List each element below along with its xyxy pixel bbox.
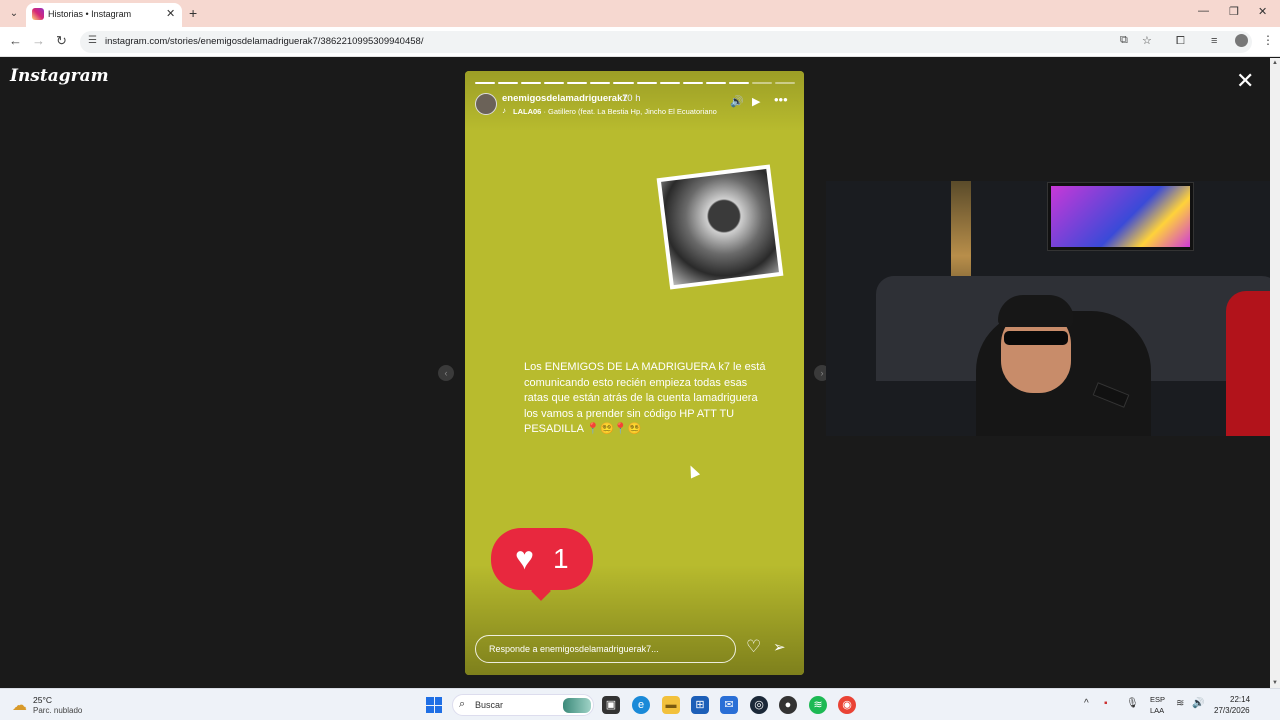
like-count: 1 [553,543,569,574]
chrome-icon[interactable]: ◉ [838,696,856,714]
task-view-icon[interactable]: ▣ [602,696,620,714]
window-close-icon[interactable]: ✕ [1258,5,1267,18]
search-highlight-image [563,698,591,713]
windows-taskbar: ☁ 25°C Parc. nublado ⌕ Buscar ▣ e ▬ ⊞ ✉ … [0,688,1280,720]
tab-close-icon[interactable]: ✕ [166,7,175,20]
wifi-icon[interactable]: ≋ [1176,698,1184,709]
close-icon[interactable]: ✕ [1236,70,1254,92]
photo-image [661,168,779,286]
story-photo [656,164,784,290]
bookmark-star-icon[interactable]: ☆ [1142,34,1152,47]
send-icon[interactable]: ➢ [773,638,786,656]
webcam-hair [998,295,1074,327]
weather-icon[interactable]: ☁ [12,696,27,714]
progress-segment [751,82,773,84]
edge-icon[interactable]: e [632,696,650,714]
search-label: Buscar [475,700,504,710]
weather-temp[interactable]: 25°C [33,695,52,705]
tab-search-icon[interactable]: ⌄ [6,6,22,22]
minimize-icon[interactable]: — [1198,5,1209,17]
file-explorer-icon[interactable]: ▬ [662,696,680,714]
forward-icon[interactable]: → [32,33,45,48]
restore-icon[interactable]: ❐ [1229,5,1239,18]
instagram-logo[interactable]: Instagram [10,66,109,86]
extensions-icon[interactable]: ⧠ [1176,35,1185,48]
page-scrollbar[interactable]: ▲ ▼ [1270,58,1280,688]
obs-icon[interactable]: ● [779,696,797,714]
install-app-icon[interactable]: ⧉ [1120,34,1128,47]
clock-date[interactable]: 27/3/2026 [1214,706,1250,715]
progress-segment [567,82,588,84]
progress-segment [475,82,496,84]
volume-icon[interactable]: 🔊 [1192,698,1204,709]
scroll-down-icon[interactable]: ▼ [1272,680,1278,686]
like-heart-icon[interactable]: ♡ [746,637,761,657]
webcam-overlay [826,181,1280,436]
progress-segment [705,82,726,84]
progress-segment [613,82,634,84]
scroll-up-icon[interactable]: ▲ [1272,60,1278,66]
clock-time[interactable]: 22:14 [1230,695,1250,704]
tray-overflow-icon[interactable]: ^ [1084,698,1089,709]
progress-segment [636,82,657,84]
progress-segment [521,82,542,84]
microphone-icon[interactable]: 🎙 [1126,698,1139,709]
new-tab-icon[interactable]: + [189,5,197,21]
browser-toolbar: ← → ↻ ☰ instagram.com/stories/enemigosde… [0,27,1280,57]
music-icon: ♪ [502,106,506,115]
progress-segment [775,82,796,84]
start-button[interactable] [426,697,442,713]
more-options-icon[interactable]: ••• [774,92,788,107]
browser-titlebar: ⌄ Historias • Instagram ✕ + — ❐ ✕ [0,0,1280,27]
progress-segment [590,82,611,84]
reply-input[interactable]: Responde a enemigosdelamadriguerak7... [475,635,736,663]
progress-segment [728,82,749,84]
webcam-tv [1047,182,1194,251]
tab-title: Historias • Instagram [48,9,132,19]
back-icon[interactable]: ← [9,33,22,48]
progress-segment [498,82,519,84]
sound-icon[interactable]: 🔊 [730,95,744,108]
keyboard-layout[interactable]: LAA [1150,706,1164,715]
avatar[interactable] [475,93,497,115]
instagram-favicon-icon [32,8,44,20]
play-icon[interactable]: ▶ [752,95,760,108]
song-artist: LALA06 [513,107,542,116]
site-info-icon[interactable]: ☰ [88,35,97,46]
spotify-icon[interactable]: ≋ [809,696,827,714]
steam-icon[interactable]: ◎ [750,696,768,714]
taskbar-search[interactable]: ⌕ Buscar [452,694,594,716]
reload-icon[interactable]: ↻ [56,33,67,49]
song-title: · Gatillero (feat. La Bestia Hp, Jincho … [543,107,717,116]
menu-icon[interactable]: ⋮ [1262,33,1274,47]
profile-avatar[interactable] [1235,34,1248,47]
story-progress-bar [475,82,796,84]
story-time: 10 h [622,93,641,104]
story-song[interactable]: LALA06 · Gatillero (feat. La Bestia Hp, … [513,107,717,116]
previous-story-button[interactable]: ‹ [438,365,454,381]
url-text[interactable]: instagram.com/stories/enemigosdelamadrig… [105,36,423,47]
story-text: Los ENEMIGOS DE LA MADRIGUERA k7 le está… [524,361,766,436]
heart-icon: ♥ [515,540,534,576]
language-indicator[interactable]: ESP [1150,695,1165,704]
browser-tab[interactable]: Historias • Instagram ✕ [26,3,182,27]
progress-segment [682,82,703,84]
story-card[interactable]: enemigosdelamadriguerak7 10 h ♪ LALA06 ·… [465,71,804,675]
weather-desc[interactable]: Parc. nublado [33,706,82,715]
webcam-glasses [1004,331,1068,345]
outlook-icon[interactable]: ✉ [720,696,738,714]
search-icon: ⌕ [459,698,466,710]
progress-segment [659,82,680,84]
store-icon[interactable]: ⊞ [691,696,709,714]
address-bar[interactable]: ☰ instagram.com/stories/enemigosdelamadr… [80,31,1252,53]
media-control-icon[interactable]: ≡ [1211,35,1217,47]
progress-segment [544,82,565,84]
story-username[interactable]: enemigosdelamadriguerak7 [502,93,628,104]
like-sticker [491,528,593,590]
tray-app-icon[interactable]: ▪ [1104,698,1108,709]
